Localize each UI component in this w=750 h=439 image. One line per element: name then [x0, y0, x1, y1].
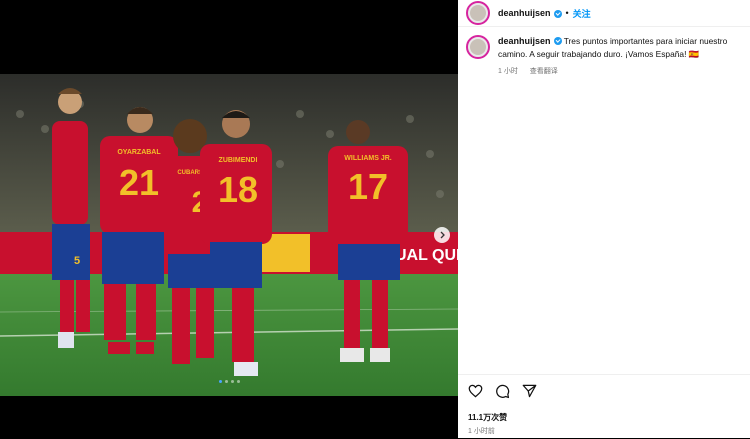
- svg-text:WILLIAMS JR.: WILLIAMS JR.: [344, 155, 391, 162]
- post-sidebar: deanhuijsen • 关注 deanhuijsen Tres puntos…: [458, 0, 750, 438]
- separator: •: [565, 8, 569, 18]
- svg-text:OYARZABAL: OYARZABAL: [117, 149, 161, 156]
- caption: deanhuijsen Tres puntos importantes para…: [458, 27, 750, 78]
- svg-text:17: 17: [348, 166, 388, 207]
- photo-canvas: UAL QUI 5 OYARZABAL 21 CUBARSÍ ZUBIMENDI…: [0, 74, 458, 396]
- carousel-dots: [0, 380, 458, 383]
- caption-time: 1 小时: [498, 68, 518, 75]
- carousel-dot: [236, 380, 240, 383]
- translate-link[interactable]: 查看翻译: [530, 68, 558, 75]
- caption-meta: 1 小时 查看翻译: [498, 65, 738, 78]
- username[interactable]: deanhuijsen: [498, 8, 551, 18]
- verified-badge-icon: [553, 10, 562, 18]
- comment-icon: [496, 384, 510, 399]
- heart-icon: [468, 384, 483, 398]
- like-count[interactable]: 11.1万次赞: [458, 404, 750, 423]
- caption-username[interactable]: deanhuijsen: [498, 36, 551, 46]
- media-pane: UAL QUI 5 OYARZABAL 21 CUBARSÍ ZUBIMENDI…: [0, 0, 458, 438]
- post-header: deanhuijsen • 关注: [458, 0, 750, 27]
- comment-button[interactable]: [495, 384, 510, 404]
- share-button[interactable]: [522, 384, 537, 404]
- post-photo[interactable]: UAL QUI 5 OYARZABAL 21 CUBARSÍ ZUBIMENDI…: [0, 74, 458, 396]
- ad-board-text: UAL QUI: [395, 247, 458, 264]
- avatar[interactable]: [466, 1, 490, 25]
- svg-text:18: 18: [218, 169, 258, 210]
- action-bar: 11.1万次赞 1 小时前: [458, 374, 750, 439]
- svg-text:21: 21: [119, 162, 159, 203]
- svg-text:5: 5: [74, 255, 80, 267]
- send-icon: [522, 384, 537, 398]
- verified-badge-icon: [553, 37, 562, 45]
- chevron-right-icon: [440, 231, 445, 239]
- avatar[interactable]: [466, 35, 490, 59]
- post-time: 1 小时前: [468, 428, 495, 435]
- carousel-dot: [224, 380, 228, 383]
- carousel-dot: [230, 380, 234, 383]
- carousel-dot: [218, 380, 222, 383]
- svg-text:ZUBIMENDI: ZUBIMENDI: [219, 157, 258, 164]
- like-button[interactable]: [468, 384, 483, 404]
- follow-button[interactable]: 关注: [573, 7, 591, 20]
- carousel-next-button[interactable]: [434, 227, 450, 243]
